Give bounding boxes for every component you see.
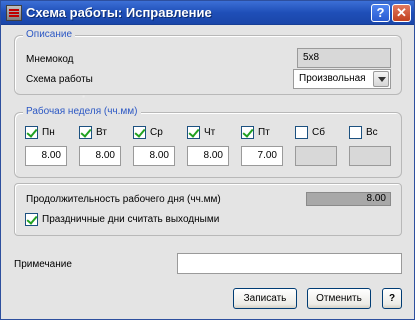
close-button[interactable]: ✕ <box>392 4 411 22</box>
help-button[interactable]: ? <box>382 288 402 309</box>
schema-label: Схема работы <box>26 74 93 85</box>
day-hours-field[interactable] <box>349 146 391 166</box>
day-checkbox[interactable] <box>187 126 200 139</box>
day-checkbox[interactable] <box>295 126 308 139</box>
day-hours-field[interactable] <box>295 146 337 166</box>
day-label: Пт <box>258 127 270 138</box>
day-checkbox[interactable] <box>133 126 146 139</box>
day-hours-field[interactable]: 8.00 <box>79 146 121 166</box>
day-checkbox[interactable] <box>79 126 92 139</box>
day-label: Ср <box>150 127 163 138</box>
chevron-down-icon[interactable] <box>373 71 389 87</box>
day-label: Пн <box>42 127 55 138</box>
note-input[interactable] <box>177 253 402 274</box>
workweek-legend: Рабочая неделя (чч.мм) <box>23 106 141 117</box>
schema-select-value: Произвольная <box>299 73 366 84</box>
day-label: Чт <box>204 127 216 138</box>
day-hours-field[interactable]: 7.00 <box>241 146 283 166</box>
schema-select[interactable]: Произвольная <box>293 69 391 89</box>
day-hours-field[interactable]: 8.00 <box>133 146 175 166</box>
mnemocode-label: Мнемокод <box>26 54 74 65</box>
save-button[interactable]: Записать <box>233 288 297 309</box>
workweek-group: Рабочая неделя (чч.мм) <box>14 106 402 178</box>
title-bar[interactable]: Схема работы: Исправление ? ✕ <box>1 1 414 25</box>
day-label: Вс <box>366 127 378 138</box>
note-label: Примечание <box>14 259 72 270</box>
day-checkbox[interactable] <box>349 126 362 139</box>
dialog-window: Схема работы: Исправление ? ✕ Описание М… <box>0 0 415 320</box>
description-legend: Описание <box>23 29 76 40</box>
day-hours-field[interactable]: 8.00 <box>25 146 67 166</box>
window-title: Схема работы: Исправление <box>26 5 212 20</box>
duration-group <box>14 183 402 236</box>
cancel-button[interactable]: Отменить <box>307 288 371 309</box>
day-hours-field[interactable]: 8.00 <box>187 146 229 166</box>
day-checkbox[interactable] <box>241 126 254 139</box>
day-label: Сб <box>312 127 325 138</box>
day-checkbox[interactable] <box>25 126 38 139</box>
day-label: Вт <box>96 127 107 138</box>
app-icon <box>6 5 22 21</box>
help-title-button[interactable]: ? <box>371 4 390 22</box>
mnemocode-field[interactable]: 5x8 <box>297 48 391 68</box>
